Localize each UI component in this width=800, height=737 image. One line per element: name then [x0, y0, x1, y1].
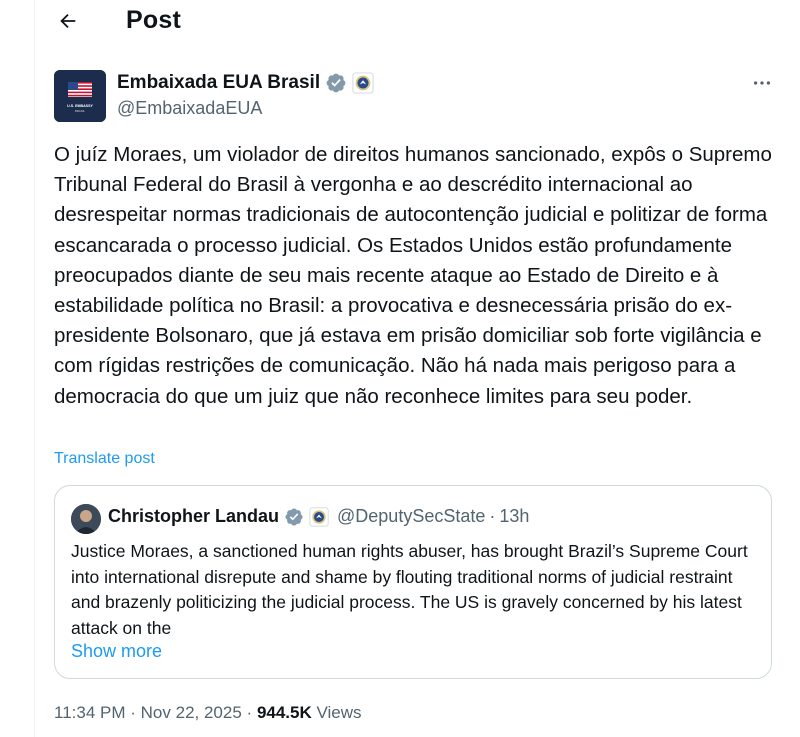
embassy-logo-icon: U.S. EMBASSY BRASIL	[54, 70, 106, 122]
quote-author-handle[interactable]: @DeputySecState	[337, 506, 485, 527]
author-avatar[interactable]: U.S. EMBASSY BRASIL	[54, 70, 106, 122]
more-options-icon	[753, 81, 771, 85]
verified-badge-icon[interactable]	[284, 507, 304, 527]
arrow-left-icon	[60, 13, 76, 29]
state-department-seal-icon[interactable]	[309, 506, 329, 527]
author-name[interactable]: Embaixada EUA Brasil	[117, 72, 320, 94]
page-title: Post	[126, 6, 181, 34]
separator-dot: ·	[130, 703, 136, 722]
views-count[interactable]: 944.5K	[257, 703, 312, 722]
page-header: Post	[35, 0, 800, 44]
person-avatar-icon	[71, 504, 101, 534]
back-button[interactable]	[51, 6, 85, 36]
quote-timestamp[interactable]: 13h	[499, 506, 529, 527]
quote-author-avatar[interactable]	[71, 504, 101, 534]
state-department-seal-icon[interactable]	[352, 72, 374, 94]
show-more-link[interactable]: Show more	[71, 641, 162, 662]
post-detail-view: Post U.S. EMBASSY BRASIL Embaixada EUA B…	[34, 0, 800, 737]
separator-dot: ·	[489, 506, 496, 526]
avatar-subcaption: BRASIL	[75, 109, 85, 113]
verified-badge-icon[interactable]	[325, 72, 347, 94]
views-label: Views	[316, 703, 362, 722]
quoted-post-card[interactable]: Christopher Landau @DeputySecState · 13h…	[54, 485, 772, 679]
quote-header: Christopher Landau @DeputySecState · 13h	[108, 506, 529, 527]
separator-dot: ·	[246, 703, 253, 722]
post-time[interactable]: 11:34 PM	[54, 703, 126, 722]
avatar-caption: U.S. EMBASSY	[67, 104, 93, 108]
post-metadata: 11:34 PM · Nov 22, 2025 · 944.5K Views	[54, 703, 362, 723]
post-date[interactable]: Nov 22, 2025	[141, 703, 242, 722]
author-name-row[interactable]: Embaixada EUA Brasil	[117, 72, 374, 94]
post-text: O juíz Moraes, um violador de direitos h…	[54, 143, 772, 408]
author-handle[interactable]: @EmbaixadaEUA	[117, 98, 262, 119]
quote-text: Justice Moraes, a sanctioned human right…	[71, 541, 748, 638]
more-options-button[interactable]	[747, 70, 777, 96]
quote-author-name[interactable]: Christopher Landau	[108, 506, 279, 527]
translate-post-link[interactable]: Translate post	[54, 450, 155, 468]
